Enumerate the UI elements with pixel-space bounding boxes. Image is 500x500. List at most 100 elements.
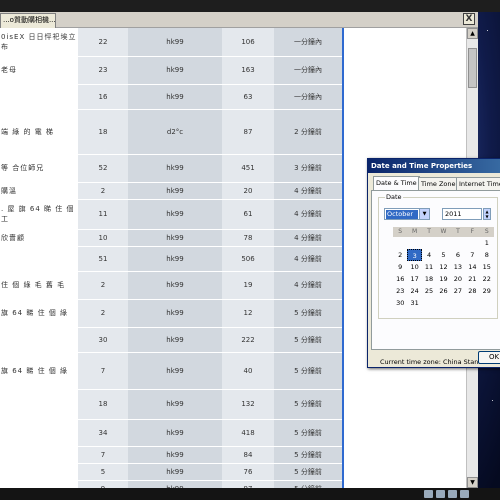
calendar-day[interactable]: 23 xyxy=(393,285,407,297)
calendar-day[interactable]: 12 xyxy=(436,261,450,273)
row-author[interactable]: hk99 xyxy=(128,480,222,488)
row-author[interactable]: hk99 xyxy=(128,446,222,464)
row-author[interactable]: hk99 xyxy=(128,419,222,447)
calendar-day[interactable]: 19 xyxy=(436,273,450,285)
table-row[interactable]: 欣嗇顧 10 hk99 78 4 分鐘前 xyxy=(0,229,342,247)
calendar-day[interactable]: 16 xyxy=(393,273,407,285)
calendar-day[interactable]: 26 xyxy=(436,285,450,297)
row-author[interactable]: d2°c xyxy=(128,109,222,155)
row-title[interactable]: 旗 64 睇 住 個 綠 xyxy=(0,352,78,390)
row-title[interactable] xyxy=(0,246,78,272)
tab-date-time[interactable]: Date & Time xyxy=(373,176,420,191)
row-author[interactable]: hk99 xyxy=(128,299,222,328)
row-author[interactable]: hk99 xyxy=(128,199,222,230)
row-title[interactable]: 購溫 xyxy=(0,182,78,200)
calendar-day[interactable]: 30 xyxy=(393,297,407,309)
chevron-down-icon[interactable]: ▼ xyxy=(419,209,429,219)
row-title[interactable]: 住 個 綠 毛 舊 毛 xyxy=(0,271,78,300)
month-select[interactable]: October ▼ xyxy=(384,208,430,220)
close-tab-button[interactable]: X xyxy=(463,13,475,25)
row-author[interactable]: hk99 xyxy=(128,154,222,183)
calendar-day[interactable]: 28 xyxy=(465,285,479,297)
table-row[interactable]: 34 hk99 418 5 分鐘前 xyxy=(0,419,342,447)
table-row[interactable]: 端 綠 的 電 梯 18 d2°c 87 2 分鐘前 xyxy=(0,109,342,155)
row-author[interactable]: hk99 xyxy=(128,246,222,272)
table-row[interactable]: 16 hk99 63 一分鐘內 xyxy=(0,84,342,110)
calendar-day[interactable]: 11 xyxy=(422,261,436,273)
year-input[interactable]: 2011 xyxy=(442,208,482,220)
calendar-day[interactable]: 22 xyxy=(480,273,494,285)
scroll-thumb[interactable] xyxy=(468,48,477,88)
table-row[interactable]: 住 個 綠 毛 舊 毛 2 hk99 19 4 分鐘前 xyxy=(0,271,342,300)
scroll-down-icon[interactable]: ▼ xyxy=(467,477,478,488)
table-row[interactable]: 18 hk99 132 5 分鐘前 xyxy=(0,389,342,420)
row-author[interactable]: hk99 xyxy=(128,352,222,390)
row-title[interactable]: . 屋 旗 64 睇 住 個 工 xyxy=(0,199,78,230)
calendar-day[interactable]: 14 xyxy=(465,261,479,273)
row-author[interactable]: hk99 xyxy=(128,327,222,353)
calendar-day[interactable]: 1 xyxy=(480,237,494,249)
calendar-day[interactable]: 4 xyxy=(422,249,436,261)
browser-tab[interactable]: ...o質動購相機... xyxy=(0,13,56,28)
scroll-up-icon[interactable]: ▲ xyxy=(467,28,478,39)
row-title[interactable]: 端 綠 的 電 梯 xyxy=(0,109,78,155)
calendar-day[interactable]: 6 xyxy=(451,249,465,261)
tray-network-icon[interactable] xyxy=(424,490,433,498)
year-spinner-icon[interactable]: ▲ ▼ xyxy=(483,208,491,220)
row-title[interactable]: 等 合位師兄 xyxy=(0,154,78,183)
calendar-day[interactable]: 21 xyxy=(465,273,479,285)
row-title[interactable] xyxy=(0,389,78,420)
calendar-day[interactable]: 24 xyxy=(407,285,421,297)
calendar-day[interactable]: 3 xyxy=(407,249,422,261)
calendar-day[interactable]: 8 xyxy=(480,249,494,261)
row-title[interactable]: 旗 64 睇 住 個 綠 xyxy=(0,299,78,328)
table-row[interactable]: 7 hk99 84 5 分鐘前 xyxy=(0,446,342,464)
calendar-day[interactable]: 5 xyxy=(436,249,450,261)
row-author[interactable]: hk99 xyxy=(128,84,222,110)
row-title[interactable] xyxy=(0,480,78,488)
table-row[interactable]: . 屋 旗 64 睇 住 個 工 11 hk99 61 4 分鐘前 xyxy=(0,199,342,230)
row-title[interactable] xyxy=(0,419,78,447)
row-author[interactable]: hk99 xyxy=(128,229,222,247)
table-row[interactable]: 51 hk99 506 4 分鐘前 xyxy=(0,246,342,272)
calendar-day[interactable]: 10 xyxy=(407,261,421,273)
table-row[interactable]: 5 hk99 76 5 分鐘前 xyxy=(0,463,342,481)
calendar-day[interactable]: 7 xyxy=(465,249,479,261)
calendar-day[interactable]: 25 xyxy=(422,285,436,297)
row-title[interactable]: 0isEX 日日怦祀埃立布 xyxy=(0,28,78,57)
table-row[interactable]: 9hk99975 分鐘前 xyxy=(0,480,342,488)
calendar-day[interactable]: 27 xyxy=(451,285,465,297)
row-title[interactable] xyxy=(0,446,78,464)
row-title[interactable]: 欣嗇顧 xyxy=(0,229,78,247)
tray-app-icon[interactable] xyxy=(448,490,457,498)
row-author[interactable]: hk99 xyxy=(128,28,222,57)
row-author[interactable]: hk99 xyxy=(128,56,222,85)
calendar-day[interactable]: 18 xyxy=(422,273,436,285)
calendar-day[interactable]: 17 xyxy=(407,273,421,285)
table-row[interactable]: 30 hk99 222 5 分鐘前 xyxy=(0,327,342,353)
tab-internet-time[interactable]: Internet Time xyxy=(456,177,500,190)
tray-clock-icon[interactable] xyxy=(460,490,469,498)
table-row[interactable]: 旗 64 睇 住 個 綠 2 hk99 12 5 分鐘前 xyxy=(0,299,342,328)
row-title[interactable] xyxy=(0,327,78,353)
row-title[interactable] xyxy=(0,84,78,110)
tray-volume-icon[interactable] xyxy=(436,490,445,498)
row-author[interactable]: hk99 xyxy=(128,182,222,200)
calendar-day[interactable]: 2 xyxy=(393,249,407,261)
row-title[interactable]: 老母 xyxy=(0,56,78,85)
table-row[interactable]: 等 合位師兄 52 hk99 451 3 分鐘前 xyxy=(0,154,342,183)
tab-time-zone[interactable]: Time Zone xyxy=(418,177,459,190)
calendar-day[interactable]: 15 xyxy=(480,261,494,273)
table-row[interactable]: 旗 64 睇 住 個 綠 7 hk99 40 5 分鐘前 xyxy=(0,352,342,390)
row-title[interactable] xyxy=(0,463,78,481)
calendar-day[interactable]: 13 xyxy=(451,261,465,273)
calendar-day[interactable]: 20 xyxy=(451,273,465,285)
table-row[interactable]: 老母 23 hk99 163 一分鐘內 xyxy=(0,56,342,85)
row-author[interactable]: hk99 xyxy=(128,463,222,481)
row-author[interactable]: hk99 xyxy=(128,389,222,420)
calendar-day[interactable]: 31 xyxy=(407,297,421,309)
ok-button[interactable]: OK xyxy=(478,351,500,364)
table-row[interactable]: 購溫 2 hk99 20 4 分鐘前 xyxy=(0,182,342,200)
table-row[interactable]: 0isEX 日日怦祀埃立布 22 hk99 106 一分鐘內 xyxy=(0,28,342,57)
calendar-day[interactable]: 9 xyxy=(393,261,407,273)
